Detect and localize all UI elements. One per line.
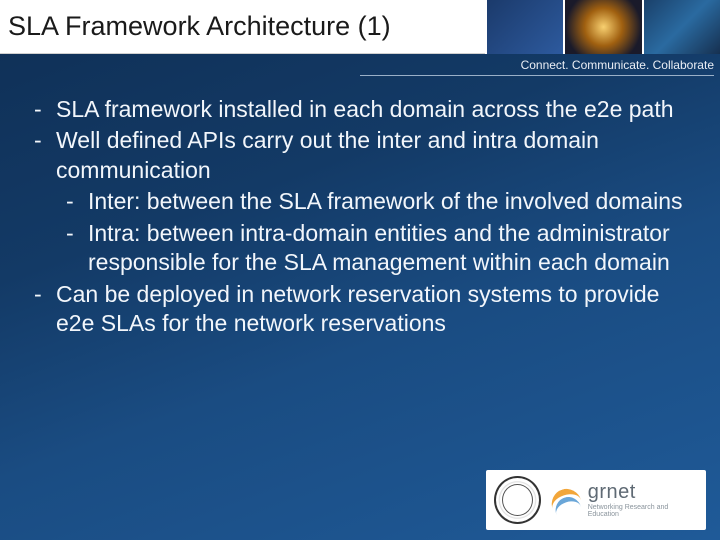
bullet-sub-item: Intra: between intra-domain entities and… <box>26 219 694 278</box>
slide: SLA Framework Architecture (1) Connect. … <box>0 0 720 540</box>
tagline-underline <box>360 75 714 76</box>
bullet-item: Well defined APIs carry out the inter an… <box>26 126 694 185</box>
header-image-2 <box>563 0 641 54</box>
tagline: Connect. Communicate. Collaborate <box>521 58 714 72</box>
grnet-text: grnet Networking Research and Education <box>588 482 698 518</box>
header-image-1 <box>485 0 563 54</box>
bullet-item: Can be deployed in network reservation s… <box>26 280 694 339</box>
grnet-swoosh-icon <box>551 483 584 517</box>
content-area: SLA framework installed in each domain a… <box>26 95 694 341</box>
grnet-logo: grnet Networking Research and Education <box>551 482 698 518</box>
header-images <box>485 0 720 54</box>
bullet-sub-item: Inter: between the SLA framework of the … <box>26 187 694 216</box>
header-bar: SLA Framework Architecture (1) <box>0 0 720 54</box>
page-title: SLA Framework Architecture (1) <box>8 11 391 42</box>
university-seal-icon <box>494 476 541 524</box>
grnet-subtitle: Networking Research and Education <box>588 504 698 518</box>
grnet-name: grnet <box>588 482 698 502</box>
header-image-3 <box>642 0 720 54</box>
footer-logos: grnet Networking Research and Education <box>486 470 706 530</box>
bullet-item: SLA framework installed in each domain a… <box>26 95 694 124</box>
